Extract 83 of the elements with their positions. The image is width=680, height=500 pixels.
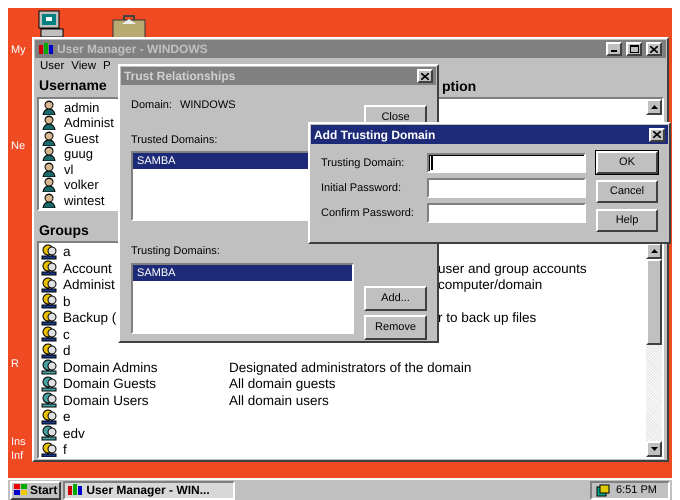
user-name[interactable]: vl: [64, 162, 74, 176]
desktop-icon-label: Inf: [11, 450, 24, 463]
field-label: Trusted Domains:: [131, 132, 218, 148]
dialog-button[interactable]: Cancel: [596, 180, 658, 203]
user-icon: [42, 192, 56, 208]
group-name[interactable]: e: [63, 409, 229, 424]
close-icon[interactable]: [649, 128, 665, 142]
column-title: Groups: [38, 220, 89, 240]
menu-item[interactable]: User: [40, 58, 64, 76]
user-icon: [42, 100, 56, 114]
column-title: Username: [38, 77, 107, 94]
user-icon: [42, 162, 56, 176]
scroll-thumb[interactable]: [646, 259, 662, 346]
user-name[interactable]: admin: [64, 100, 100, 114]
group-name[interactable]: edv: [63, 426, 229, 440]
user-name[interactable]: guug: [64, 146, 93, 161]
minimize-icon[interactable]: [606, 42, 622, 56]
group-icon: [41, 392, 59, 408]
desktop-icon-label: Ins: [11, 436, 26, 449]
group-icon: [41, 326, 59, 342]
input-field[interactable]: [427, 203, 586, 223]
domain-label: Domain:: [131, 98, 172, 113]
group-icon: [41, 425, 59, 441]
user-name[interactable]: volker: [64, 177, 99, 192]
computer-icon[interactable]: [38, 10, 64, 38]
user-icon: [42, 146, 56, 161]
group-name[interactable]: d: [63, 343, 229, 358]
group-icon: [41, 442, 59, 458]
close-icon[interactable]: [646, 42, 662, 56]
group-icon: [41, 310, 59, 326]
field-label: Trusting Domains:: [131, 244, 220, 259]
group-description: All domain guests: [229, 376, 336, 391]
group-icon: [41, 293, 59, 309]
dialog-button[interactable]: OK: [596, 151, 658, 174]
clock: 6:51 PM: [616, 482, 657, 498]
app-icon: [68, 484, 82, 496]
desktop-icon-label: My: [11, 44, 26, 57]
taskbar-button[interactable]: User Manager - WIN...: [63, 480, 236, 500]
list-item[interactable]: SAMBA: [133, 264, 352, 280]
group-icon: [41, 276, 59, 292]
user-icon: [42, 130, 56, 146]
column-title: ption: [442, 76, 476, 96]
group-description: Designated administrators of the domain: [229, 360, 472, 374]
group-icon: [41, 359, 59, 375]
add-button[interactable]: Add...: [364, 286, 427, 311]
group-description: computer/domain: [438, 277, 542, 292]
user-icon: [42, 115, 56, 130]
group-description: user and group accounts: [438, 260, 587, 276]
group-icon: [41, 244, 59, 260]
group-icon: [41, 408, 59, 424]
desktop-icon-label: R: [11, 358, 19, 371]
close-icon[interactable]: [417, 69, 433, 83]
group-icon: [41, 376, 59, 392]
group-icon: [41, 342, 59, 358]
group-description: All domain users: [229, 392, 329, 408]
input-field[interactable]: [427, 153, 586, 173]
remove-button[interactable]: Remove: [364, 315, 427, 340]
user-icon: [42, 177, 56, 192]
user-name[interactable]: Guest: [64, 130, 99, 146]
dialog-title: Trust Relationships: [124, 68, 236, 85]
group-name[interactable]: Domain Users: [63, 392, 229, 408]
network-icon[interactable]: [596, 484, 610, 496]
group-name[interactable]: Domain Guests: [63, 376, 229, 391]
group-name[interactable]: Domain Admins: [63, 360, 229, 374]
briefcase-icon[interactable]: [112, 14, 146, 38]
app-icon: [39, 43, 53, 55]
start-button[interactable]: Start: [10, 480, 62, 500]
input-field[interactable]: [427, 178, 586, 198]
menu-item[interactable]: P: [103, 58, 111, 76]
dialog-button[interactable]: Help: [596, 209, 658, 232]
group-icon: [41, 260, 59, 276]
desktop-icon-label: Ne: [11, 140, 26, 153]
maximize-icon[interactable]: [626, 42, 642, 56]
user-name[interactable]: Administ: [64, 115, 114, 130]
group-name[interactable]: f: [63, 442, 229, 457]
group-description: r to back up files: [438, 310, 536, 325]
menu-item[interactable]: View: [71, 58, 96, 76]
field-label: Initial Password:: [321, 180, 402, 196]
user-name[interactable]: wintest: [64, 192, 104, 208]
domain-value: WINDOWS: [180, 98, 236, 113]
field-label: Confirm Password:: [321, 206, 415, 221]
window-title: User Manager - WINDOWS: [57, 41, 209, 58]
windows-logo-icon: [14, 484, 28, 496]
